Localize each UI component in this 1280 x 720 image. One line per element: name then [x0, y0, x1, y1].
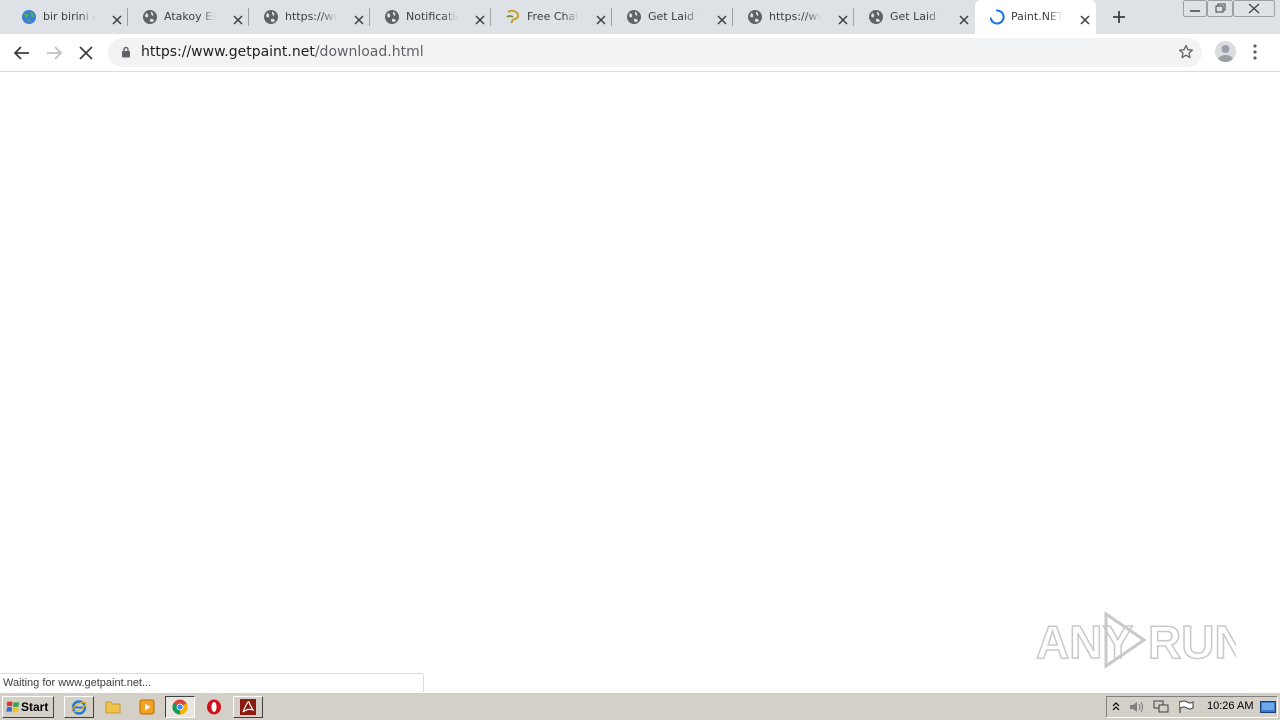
volume-icon[interactable] — [1129, 700, 1145, 714]
taskbar-explorer-button[interactable] — [98, 696, 128, 718]
tab-close-icon[interactable] — [111, 11, 123, 25]
browser-toolbar: https://www.getpaint.net/download.html — [0, 34, 1280, 72]
stop-loading-icon[interactable] — [75, 42, 97, 64]
browser-tab[interactable]: https://www — [733, 0, 854, 34]
tab-title: https://www — [285, 10, 337, 23]
start-button[interactable]: Start — [2, 696, 54, 718]
browser-tab[interactable]: Get Laid Tor — [854, 0, 975, 34]
tab-close-icon[interactable] — [837, 11, 849, 25]
system-tray: 10:26 AM — [1106, 696, 1278, 718]
tab-strip: bir birini emmek Atakoy Escort https://www… — [0, 0, 1280, 34]
show-hidden-icons-icon[interactable] — [1111, 700, 1121, 713]
taskbar-clock[interactable]: 10:26 AM — [1207, 700, 1253, 712]
tab-close-icon[interactable] — [958, 11, 970, 25]
windows-logo-icon — [6, 701, 19, 713]
minimize-icon[interactable] — [1183, 0, 1207, 17]
opera-icon — [207, 699, 221, 715]
tab-title: Paint.NET - — [1011, 10, 1063, 23]
url-host: https://www.getpaint.net — [141, 44, 315, 60]
network-icon[interactable] — [1153, 700, 1169, 714]
lock-icon[interactable] — [121, 46, 131, 58]
tab-close-icon[interactable] — [595, 11, 607, 25]
new-tab-icon[interactable] — [1110, 8, 1128, 26]
globe-icon — [142, 9, 158, 25]
forward-icon[interactable] — [43, 42, 65, 64]
browser-tab[interactable]: Get Laid Tor — [612, 0, 733, 34]
tab-close-icon[interactable] — [232, 11, 244, 25]
browser-tab[interactable]: Atakoy Escort — [128, 0, 249, 34]
taskbar-chrome-button[interactable] — [165, 696, 195, 718]
tab-close-icon[interactable] — [1079, 11, 1091, 25]
start-label: Start — [21, 700, 49, 714]
close-window-icon[interactable] — [1233, 0, 1275, 17]
tab-close-icon[interactable] — [716, 11, 728, 25]
browser-tab[interactable]: https://www — [249, 0, 370, 34]
browser-tab[interactable]: bir birini emmek — [7, 0, 128, 34]
taskbar-media-player-button[interactable] — [132, 696, 162, 718]
back-icon[interactable] — [11, 42, 33, 64]
action-center-flag-icon[interactable] — [1178, 700, 1194, 714]
globe-icon — [384, 9, 400, 25]
taskbar-ie-button[interactable] — [64, 696, 94, 718]
status-bubble: Waiting for www.getpaint.net... — [0, 673, 424, 692]
page-content — [0, 72, 1280, 692]
taskbar-opera-button[interactable] — [199, 696, 229, 718]
tab-title: Get Laid Tor — [648, 10, 700, 23]
restore-icon[interactable] — [1207, 0, 1233, 17]
chrome-icon — [172, 699, 188, 715]
address-bar[interactable]: https://www.getpaint.net/download.html — [108, 38, 1202, 67]
tab-title: https://www — [769, 10, 821, 23]
earth-icon — [21, 9, 37, 25]
tab-title: Free Chat w — [527, 10, 579, 23]
globe-icon — [868, 9, 884, 25]
url-path: /download.html — [314, 44, 424, 60]
browser-tab[interactable]: Paint.NET - — [975, 0, 1096, 34]
taskbar-acrobat-button[interactable] — [233, 696, 263, 718]
tab-close-icon[interactable] — [353, 11, 365, 25]
tab-title: Get Laid Tor — [890, 10, 942, 23]
globe-icon — [626, 9, 642, 25]
browser-tab[interactable]: Notification — [370, 0, 491, 34]
browser-tab[interactable]: Free Chat w — [491, 0, 612, 34]
loading-spinner-icon — [989, 9, 1005, 25]
globe-icon — [263, 9, 279, 25]
watermark-word-run: RUN — [1148, 616, 1236, 668]
tab-title: Atakoy Escort — [164, 10, 216, 23]
folder-icon — [105, 701, 121, 714]
tab-title: bir birini emmek — [43, 10, 95, 23]
kebab-menu-icon[interactable] — [1253, 44, 1257, 60]
anyrun-watermark: ANY RUN — [1035, 606, 1248, 674]
chat-logo-icon — [505, 9, 521, 25]
internet-explorer-icon — [71, 700, 87, 715]
bookmark-star-icon[interactable] — [1178, 44, 1194, 60]
media-player-icon — [139, 699, 155, 715]
show-desktop-icon[interactable] — [1260, 700, 1276, 714]
acrobat-icon — [240, 699, 256, 715]
tab-title: Notification — [406, 10, 458, 23]
globe-icon — [747, 9, 763, 25]
url-text[interactable]: https://www.getpaint.net/download.html — [141, 44, 424, 61]
taskbar: Start 10:26 AM — [0, 692, 1280, 720]
profile-avatar-icon[interactable] — [1215, 41, 1236, 62]
tab-close-icon[interactable] — [474, 11, 486, 25]
